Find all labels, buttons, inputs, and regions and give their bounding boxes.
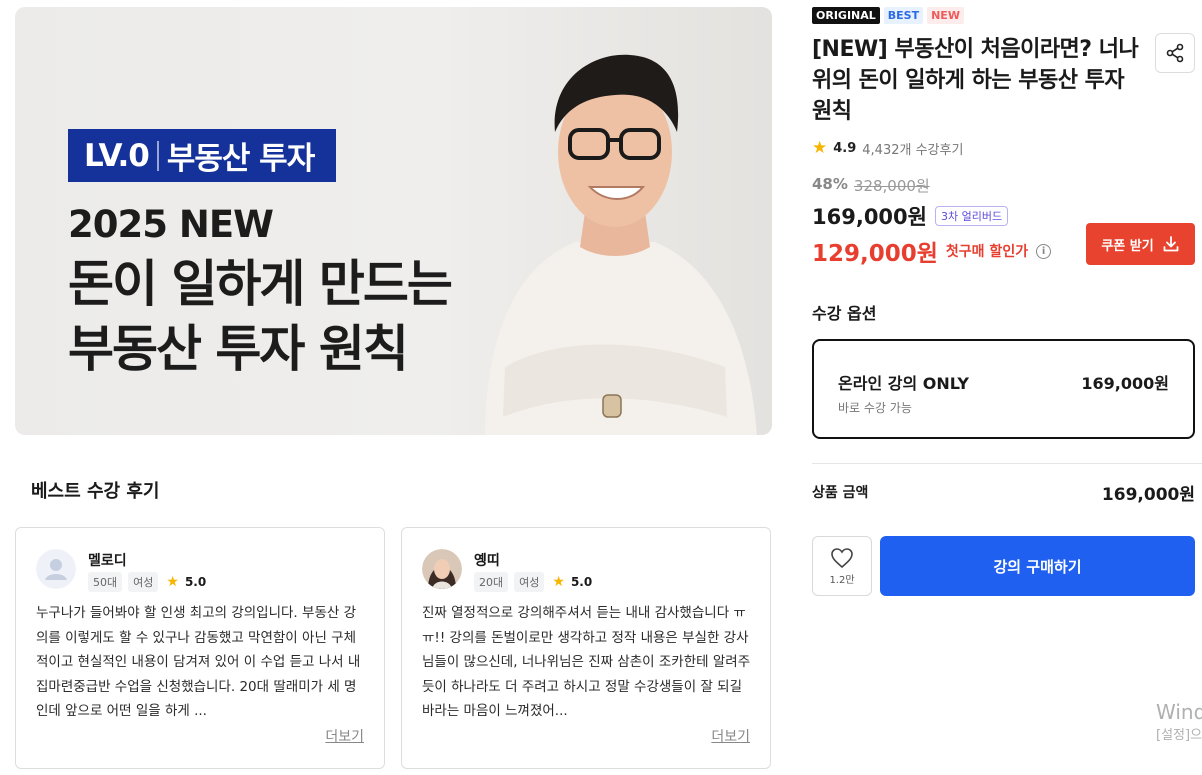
first-purchase-row: 129,000원 첫구매 할인가 i	[812, 234, 1052, 268]
options-title: 수강 옵션	[812, 304, 877, 323]
badge-separator	[156, 140, 159, 171]
review-score: 5.0	[570, 575, 593, 589]
gender-chip: 여성	[128, 572, 159, 592]
new-badge: NEW	[927, 7, 964, 24]
hero-headline-2: 부동산 투자 원칙	[68, 320, 409, 378]
topic-label: 부동산 투자	[166, 141, 315, 177]
star-icon: ★	[552, 574, 565, 590]
coupon-button[interactable]: 쿠폰 받기	[1086, 223, 1195, 265]
course-hero-banner: LV.0 부동산 투자 2025 NEW 돈이 일하게 만드는 부동산 투자 원…	[15, 7, 772, 435]
read-more-link[interactable]: 더보기	[325, 726, 364, 746]
divider	[812, 463, 1202, 464]
windows-activation-subtext: [설정]으	[1156, 728, 1202, 743]
best-badge: BEST	[883, 7, 924, 24]
reviewer-name: 멜로디	[88, 553, 127, 569]
reviewer-meta: 20대 여성 ★ 5.0	[474, 572, 592, 592]
instructor-portrait	[485, 54, 757, 435]
price-row: 169,000원 3차 얼리버드	[812, 201, 1009, 231]
total-price: 169,000원	[1101, 485, 1195, 505]
option-price: 169,000원	[1081, 374, 1169, 393]
heart-icon	[831, 547, 853, 568]
level-label: LV.0	[84, 137, 150, 174]
discount-percent: 48%	[812, 175, 848, 193]
original-price: 328,000원	[853, 177, 930, 195]
avatar	[36, 549, 76, 589]
reviewer-meta: 50대 여성 ★ 5.0	[88, 572, 206, 592]
review-body: 누구나가 들어봐야 할 인생 최고의 강의입니다. 부동산 강의를 이렇게도 할…	[36, 605, 361, 719]
course-title: [NEW] 부동산이 처음이라면? 너나위의 돈이 일하게 하는 부동산 투자 …	[812, 37, 1139, 124]
avatar	[422, 549, 462, 589]
hero-year-line: 2025 NEW	[68, 203, 274, 246]
best-reviews-title: 베스트 수강 후기	[31, 481, 160, 502]
star-icon: ★	[166, 574, 179, 590]
option-online-only[interactable]: 온라인 강의 ONLY 169,000원 바로 수강 가능	[812, 339, 1195, 439]
age-chip: 50대	[88, 572, 123, 592]
review-card[interactable]: 옝띠 20대 여성 ★ 5.0 진짜 열정적으로 강의해주셔서 듣는 내내 감사…	[401, 527, 771, 769]
rating-row: ★ 4.9 4,432개 수강후기	[812, 138, 963, 158]
like-button[interactable]: 1.2만	[812, 536, 872, 596]
age-chip: 20대	[474, 572, 509, 592]
sale-price: 169,000원	[812, 205, 927, 229]
early-bird-badge: 3차 얼리버드	[934, 206, 1009, 226]
read-more-link[interactable]: 더보기	[711, 726, 750, 746]
info-icon[interactable]: i	[1036, 243, 1052, 259]
share-button[interactable]	[1155, 33, 1195, 73]
hero-headline-1: 돈이 일하게 만드는	[68, 255, 453, 313]
review-count[interactable]: 4,432개 수강후기	[862, 139, 963, 158]
rating-score: 4.9	[833, 140, 857, 156]
share-icon	[1166, 43, 1184, 63]
gender-chip: 여성	[514, 572, 545, 592]
review-score: 5.0	[184, 575, 207, 589]
first-purchase-label: 첫구매 할인가	[945, 244, 1029, 260]
total-label: 상품 금액	[812, 485, 869, 501]
product-badges: ORIGINAL BEST NEW	[812, 7, 964, 24]
option-subtext: 바로 수강 가능	[838, 401, 912, 415]
download-icon	[1163, 236, 1179, 252]
first-purchase-price: 129,000원	[812, 241, 938, 267]
original-badge: ORIGINAL	[812, 7, 880, 24]
reviewer-name: 옝띠	[474, 553, 500, 569]
discount-row: 48% 328,000원	[812, 175, 930, 196]
coupon-label: 쿠폰 받기	[1101, 238, 1154, 254]
level-badge: LV.0 부동산 투자	[68, 129, 336, 182]
like-count: 1.2만	[829, 574, 855, 586]
review-body: 진짜 열정적으로 강의해주셔서 듣는 내내 감사했습니다 ㅠㅠ!! 강의를 돈벌…	[422, 605, 751, 719]
option-name: 온라인 강의 ONLY	[838, 374, 970, 393]
review-card[interactable]: 멜로디 50대 여성 ★ 5.0 누구나가 들어봐야 할 인생 최고의 강의입니…	[15, 527, 385, 769]
windows-activation-watermark: Wind	[1156, 700, 1202, 724]
star-icon: ★	[812, 138, 828, 158]
purchase-button[interactable]: 강의 구매하기	[880, 536, 1195, 596]
